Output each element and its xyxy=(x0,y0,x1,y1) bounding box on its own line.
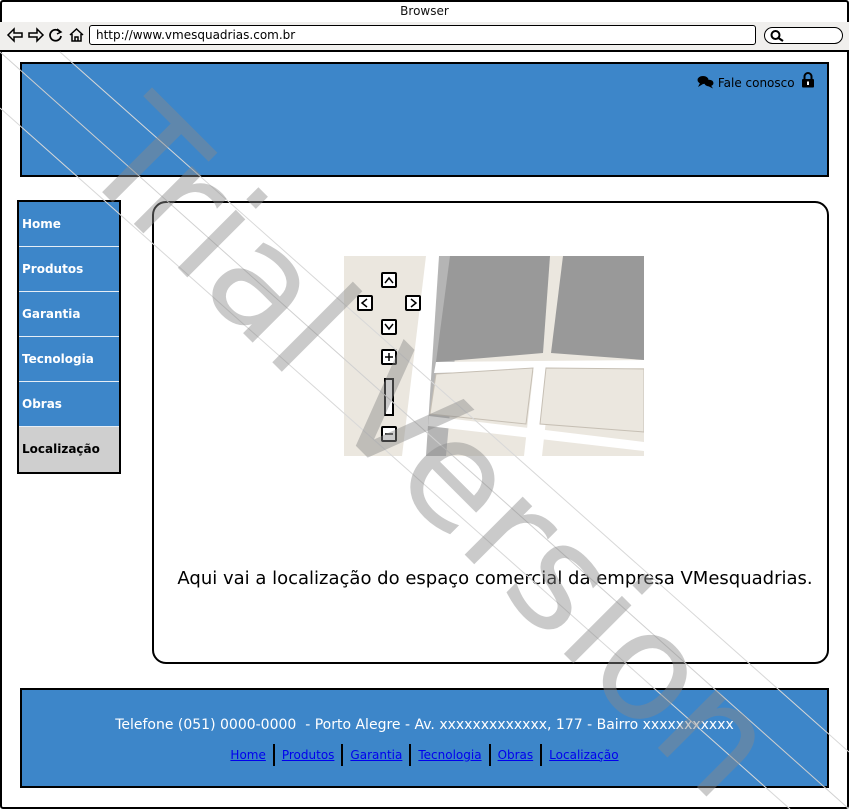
sidebar-item-garantia[interactable]: Garantia xyxy=(19,292,119,337)
footer-info: Telefone (051) 0000-0000 - Porto Alegre … xyxy=(115,717,734,733)
footer-link-garantia[interactable]: Garantia xyxy=(343,748,409,762)
map-zoom-slider[interactable] xyxy=(384,378,394,416)
footer-link-obras[interactable]: Obras xyxy=(491,748,541,762)
search-icon xyxy=(770,30,784,42)
sidebar-item-home[interactable]: Home xyxy=(19,202,119,247)
map-building xyxy=(551,256,644,360)
address-bar[interactable]: http://www.vmesquadrias.com.br xyxy=(89,25,756,45)
map-pan-up-button[interactable] xyxy=(381,272,397,288)
map-pan-down-button[interactable] xyxy=(381,319,397,335)
location-caption: Aqui vai a localização do espaço comerci… xyxy=(177,568,813,589)
map-pan-right-button[interactable] xyxy=(405,295,421,311)
sidebar-item-localizacao[interactable]: Localização xyxy=(19,427,119,472)
footer-links: Home Produtos Garantia Tecnologia Obras Local… xyxy=(20,744,829,766)
footer-link-home[interactable]: Home xyxy=(223,748,272,762)
sidebar-item-obras[interactable]: Obras xyxy=(19,382,119,427)
window-title: Browser xyxy=(400,4,449,18)
home-icon[interactable] xyxy=(68,27,85,43)
forward-arrow-icon[interactable] xyxy=(27,27,45,43)
map-building xyxy=(436,256,550,362)
map-zoom-out-button[interactable] xyxy=(381,426,397,442)
reload-icon[interactable] xyxy=(48,27,64,43)
sidebar-item-produtos[interactable]: Produtos xyxy=(19,247,119,292)
back-arrow-icon[interactable] xyxy=(6,27,24,43)
speech-bubbles-icon xyxy=(697,76,714,89)
location-map[interactable] xyxy=(344,256,644,456)
sidebar-nav: Home Produtos Garantia Tecnologia Obras … xyxy=(17,200,121,474)
map-pan-left-button[interactable] xyxy=(357,295,373,311)
footer-link-tecnologia[interactable]: Tecnologia xyxy=(411,748,488,762)
footer-link-localizacao[interactable]: Localização xyxy=(542,748,625,762)
map-zoom-in-button[interactable] xyxy=(381,349,397,365)
contact-link[interactable]: Fale conosco xyxy=(697,74,795,92)
contact-label: Fale conosco xyxy=(717,76,795,90)
footer-link-produtos[interactable]: Produtos xyxy=(275,748,342,762)
lock-icon[interactable] xyxy=(801,72,815,88)
site-footer xyxy=(20,688,829,788)
sidebar-item-tecnologia[interactable]: Tecnologia xyxy=(19,337,119,382)
